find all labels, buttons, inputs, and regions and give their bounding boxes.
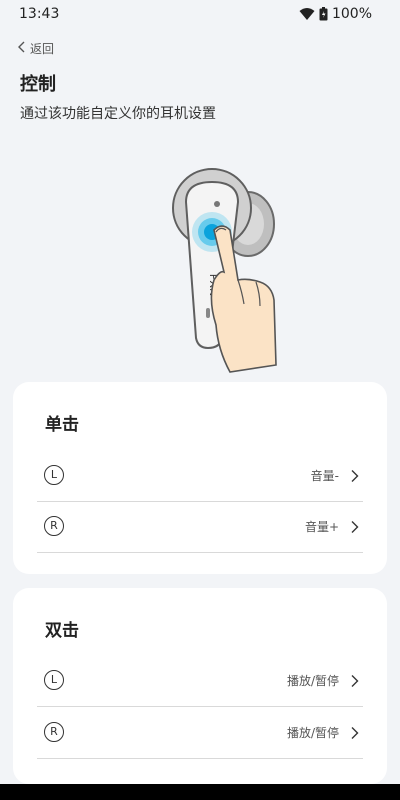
back-button[interactable]: 返回 [17, 40, 54, 57]
back-label: 返回 [30, 42, 55, 56]
chevron-right-icon [350, 519, 359, 538]
right-earbud-icon: R [44, 516, 64, 536]
row-value: 音量- [310, 469, 339, 483]
double-tap-card: 双击 L 播放/暂停 R 播放/暂停 [13, 588, 387, 784]
section-title: 单击 [45, 415, 79, 435]
battery-percent: 100% [331, 6, 372, 22]
page-title: 控制 [20, 74, 56, 95]
status-icons: 100% [299, 6, 372, 22]
chevron-right-icon [350, 673, 359, 692]
right-earbud-icon: R [44, 722, 64, 742]
row-value: 播放/暂停 [286, 726, 339, 740]
chevron-right-icon [350, 725, 359, 744]
row-value: 音量+ [304, 520, 339, 534]
section-title: 双击 [45, 621, 79, 641]
divider [37, 706, 363, 707]
status-time: 13:43 [19, 6, 60, 22]
divider [37, 501, 363, 502]
divider [37, 758, 363, 759]
single-tap-left-row[interactable]: L 音量- [37, 452, 363, 502]
left-earbud-icon: L [44, 670, 64, 690]
row-value: 播放/暂停 [286, 674, 339, 688]
page-subtitle: 通过该功能自定义你的耳机设置 [20, 106, 216, 122]
status-bar: 13:43 100% [0, 0, 400, 30]
chevron-left-icon [17, 40, 27, 57]
battery-icon [319, 7, 328, 21]
double-tap-left-row[interactable]: L 播放/暂停 [37, 657, 363, 707]
double-tap-right-row[interactable]: R 播放/暂停 [37, 709, 363, 759]
divider [37, 552, 363, 553]
left-earbud-icon: L [44, 465, 64, 485]
wifi-icon [299, 7, 315, 21]
chevron-right-icon [350, 468, 359, 487]
single-tap-card: 单击 L 音量- R 音量+ [13, 382, 387, 574]
navigation-bar [0, 784, 400, 800]
earbud-touch-illustration: PXN [160, 160, 280, 375]
single-tap-right-row[interactable]: R 音量+ [37, 503, 363, 553]
